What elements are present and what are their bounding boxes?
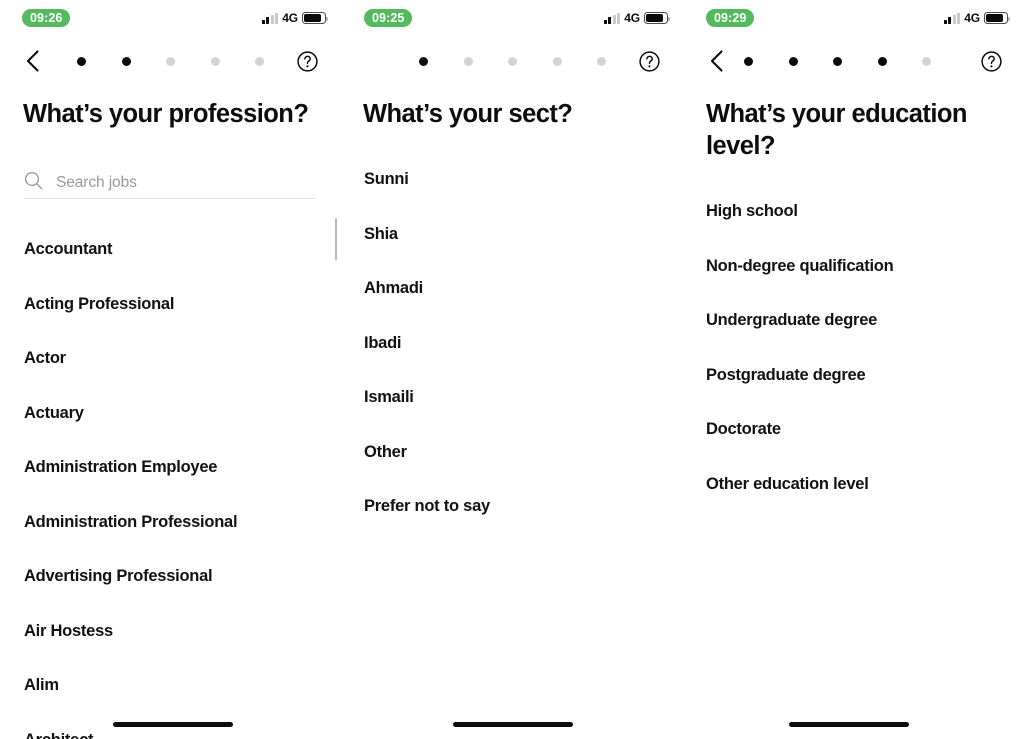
search-icon — [24, 171, 43, 195]
page-title: What’s your sect? — [363, 100, 573, 128]
list-item[interactable]: Acting Professional — [24, 295, 174, 314]
progress-dots — [77, 44, 264, 78]
list-item[interactable]: Actuary — [24, 404, 84, 423]
progress-dot-3[interactable] — [166, 56, 175, 66]
list-item[interactable]: Prefer not to say — [364, 497, 490, 516]
progress-dot-2[interactable] — [121, 56, 131, 66]
status-bar: 09:25 4G — [342, 0, 684, 36]
back-button[interactable] — [702, 44, 730, 78]
status-time: 09:29 — [706, 9, 755, 27]
help-button[interactable] — [639, 44, 660, 78]
status-time: 09:26 — [22, 9, 71, 27]
signal-strength-icon — [603, 12, 621, 24]
list-item[interactable]: Alim — [24, 676, 59, 695]
progress-dot-2[interactable] — [463, 56, 473, 66]
list-item[interactable]: Other education level — [706, 475, 869, 494]
list-item[interactable]: Doctorate — [706, 420, 781, 439]
signal-bar — [266, 17, 270, 24]
search-input[interactable] — [56, 174, 296, 192]
chevron-left-icon — [26, 50, 39, 72]
list-item[interactable]: Air Hostess — [24, 622, 113, 641]
question-circle-icon — [297, 50, 318, 72]
signal-bar — [261, 19, 265, 24]
list-item[interactable]: Postgraduate degree — [706, 366, 866, 385]
battery-icon — [302, 12, 329, 24]
page-title: What’s your education level? — [706, 100, 968, 160]
list-item[interactable]: High school — [706, 202, 798, 221]
screenshot-root: 09:26 4G What’s your profession? Accountant… — [0, 0, 1024, 739]
status-bar: 09:26 4G — [0, 0, 342, 36]
network-type-label: 4G — [624, 11, 640, 25]
help-button[interactable] — [981, 44, 1002, 78]
progress-dot-1[interactable] — [419, 56, 428, 66]
progress-dot-5[interactable] — [922, 56, 931, 66]
list-item[interactable]: Ibadi — [364, 334, 402, 353]
progress-dot-5[interactable] — [255, 56, 264, 66]
signal-bar — [957, 12, 961, 24]
phone-screen-education: 09:29 4G What’s your education level? High … — [684, 0, 1024, 739]
progress-dot-1[interactable] — [77, 56, 86, 66]
home-indicator — [789, 722, 909, 727]
list-item[interactable]: Actor — [24, 349, 66, 368]
help-button[interactable] — [297, 44, 318, 78]
status-indicators: 4G — [943, 10, 1011, 26]
signal-bar — [608, 17, 612, 24]
home-indicator — [453, 722, 573, 727]
signal-strength-icon — [261, 12, 279, 24]
progress-dots — [419, 44, 606, 78]
question-circle-icon — [639, 50, 660, 72]
progress-dot-3[interactable] — [508, 56, 517, 66]
home-indicator — [113, 722, 233, 727]
nav-bar — [0, 44, 342, 78]
list-item[interactable]: Accountant — [24, 240, 113, 259]
chevron-left-icon — [710, 50, 723, 72]
progress-dot-1[interactable] — [744, 56, 753, 66]
list-item[interactable]: Administration Employee — [24, 458, 217, 477]
list-item[interactable]: Ismaili — [364, 388, 414, 407]
battery-icon — [984, 12, 1011, 24]
status-indicators: 4G — [603, 10, 671, 26]
signal-bar — [603, 19, 607, 24]
search-field[interactable] — [24, 168, 316, 199]
signal-strength-icon — [943, 12, 961, 24]
phone-screen-profession: 09:26 4G What’s your profession? Accountant… — [0, 0, 342, 739]
network-type-label: 4G — [964, 11, 980, 25]
progress-dot-2[interactable] — [788, 56, 798, 66]
signal-bar — [275, 12, 279, 24]
progress-dot-5[interactable] — [597, 56, 606, 66]
status-indicators: 4G — [261, 10, 329, 26]
signal-bar — [270, 14, 274, 24]
back-button[interactable] — [18, 44, 46, 78]
question-circle-icon — [981, 50, 1002, 72]
progress-dot-3[interactable] — [833, 56, 842, 66]
nav-bar — [684, 44, 1024, 78]
progress-dot-4[interactable] — [210, 56, 220, 66]
nav-bar — [342, 44, 684, 78]
list-item[interactable]: Ahmadi — [364, 279, 423, 298]
list-item[interactable]: Other — [364, 443, 407, 462]
signal-bar — [612, 14, 616, 24]
list-item[interactable]: Architect — [24, 731, 94, 739]
list-item[interactable]: Undergraduate degree — [706, 311, 877, 330]
scrollbar-thumb[interactable] — [334, 218, 337, 260]
list-item[interactable]: Non-degree qualification — [706, 257, 894, 276]
progress-dot-4[interactable] — [552, 56, 562, 66]
signal-bar — [943, 19, 947, 24]
list-item[interactable]: Administration Professional — [24, 513, 238, 532]
list-item[interactable]: Advertising Professional — [24, 567, 213, 586]
signal-bar — [617, 12, 621, 24]
progress-dots — [744, 44, 931, 78]
page-title: What’s your profession? — [23, 100, 309, 128]
list-item[interactable]: Shia — [364, 225, 398, 244]
list-item[interactable]: Sunni — [364, 170, 409, 189]
signal-bar — [952, 14, 956, 24]
status-bar: 09:29 4G — [684, 0, 1024, 36]
phone-screen-sect: 09:25 4G What’s your sect? Sunni Shia Ahmadi I… — [342, 0, 684, 739]
network-type-label: 4G — [282, 11, 298, 25]
signal-bar — [948, 17, 952, 24]
status-time: 09:25 — [364, 9, 413, 27]
battery-icon — [644, 12, 671, 24]
search-underline — [24, 198, 316, 199]
progress-dot-4[interactable] — [877, 56, 887, 66]
